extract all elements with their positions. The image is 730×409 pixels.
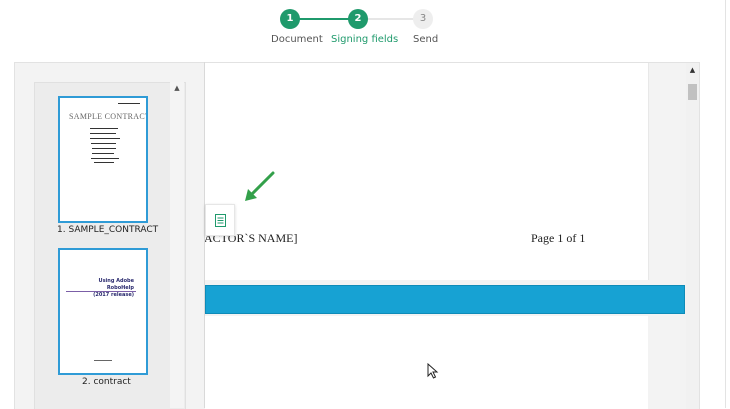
scroll-up-icon[interactable]: ▲ [686,66,699,74]
signing-field-bar[interactable] [205,285,685,314]
step-2-circle[interactable]: 2 [348,9,368,29]
page-footer-number: Page 1 of 1 [531,231,586,245]
thumbnail-text-line [91,143,116,144]
thumbnail-page-2[interactable]: Using Adobe RoboHelp (2017 release) [58,248,148,375]
add-field-button[interactable] [205,204,235,236]
thumbnail-text-line [90,138,120,139]
thumbnail-text-line [92,148,116,149]
step-1-circle[interactable]: 1 [280,9,300,29]
thumbnail-rule [66,291,136,292]
thumbnail-label-2[interactable]: 2. contract [82,377,131,387]
thumbnail-page-1[interactable]: SAMPLE CONTRACT [58,96,148,223]
thumbnail-text-line [92,153,114,154]
step-1-label[interactable]: Document [271,34,323,45]
thumbnail-text-line [90,128,118,129]
thumbnail-text-line [90,133,116,134]
thumbnail-scrollbar[interactable]: ▲ [170,82,184,408]
thumbnail-panel: SAMPLE CONTRACT 1. SAMPLE_CONTRACT Using… [34,82,186,409]
thumbnail-text-line [94,162,114,163]
thumbnail-heading: SAMPLE CONTRACT [69,112,148,121]
scroll-up-icon[interactable]: ▲ [170,84,184,92]
thumbnail-text-line [118,103,140,104]
thumbnail-label-1[interactable]: 1. SAMPLE_CONTRACT [57,225,158,235]
step-2-label[interactable]: Signing fields [331,34,398,45]
mouse-cursor-icon [427,363,439,379]
window-edge [725,0,726,408]
document-scrollbar[interactable]: ▲ [686,63,699,409]
scrollbar-thumb[interactable] [688,84,697,100]
thumbnail-heading: Using Adobe RoboHelp (2017 release) [93,278,134,298]
thumbnail-text-line [94,360,112,361]
step-3-circle[interactable]: 3 [413,9,433,29]
arrow-icon [245,171,275,201]
thumbnail-text-line [91,158,119,159]
document-icon [215,214,226,227]
step-3-label[interactable]: Send [413,34,438,45]
